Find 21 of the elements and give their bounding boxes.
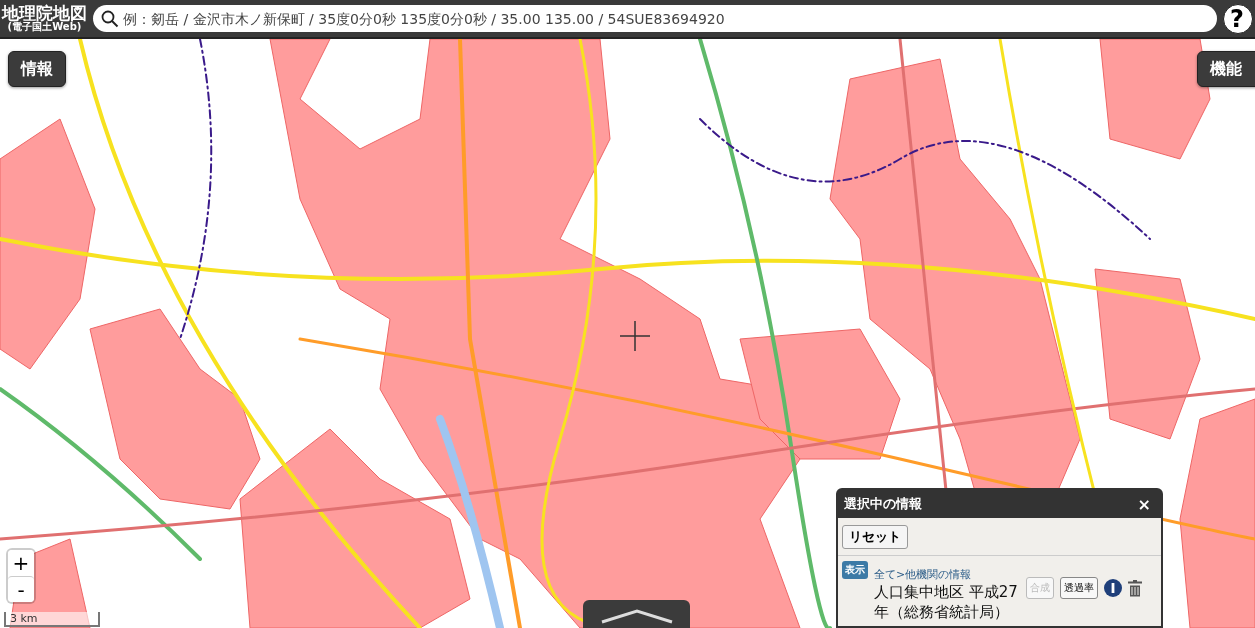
info-icon[interactable] xyxy=(1104,579,1122,597)
logo-title: 地理院地図 xyxy=(2,5,87,22)
panel-title: 選択中の情報 xyxy=(844,495,922,513)
help-button[interactable]: ? xyxy=(1223,3,1253,34)
layer-action-button[interactable]: 透過率 xyxy=(1060,577,1098,599)
chevron-up-icon xyxy=(599,608,674,624)
map-drawing[interactable] xyxy=(0,39,1255,628)
search-field[interactable]: 例：剱岳 / 金沢市木ノ新保町 / 35度0分0秒 135度0分0秒 / 35.00 135.00 / 54SUE83694920 xyxy=(93,5,1217,32)
expand-button[interactable] xyxy=(583,600,690,628)
info-button[interactable]: 情報 xyxy=(8,51,66,87)
close-button[interactable]: × xyxy=(1133,494,1155,514)
trash-icon[interactable] xyxy=(1128,579,1142,597)
category-link[interactable]: 全て>他機関の情報 xyxy=(874,567,1020,582)
zoom-out-button[interactable]: - xyxy=(8,576,34,602)
scale-bar: 3 km xyxy=(4,612,100,627)
logo-subtitle: (電子国土Web) xyxy=(7,22,82,32)
layer-name: 人口集中地区 平成27年（総務省統計局） xyxy=(874,582,1019,622)
function-button[interactable]: 機能 xyxy=(1197,51,1255,87)
reset-button[interactable]: リセット xyxy=(842,525,908,549)
visibility-badge[interactable]: 表示 xyxy=(842,561,868,579)
search-icon xyxy=(101,10,119,28)
